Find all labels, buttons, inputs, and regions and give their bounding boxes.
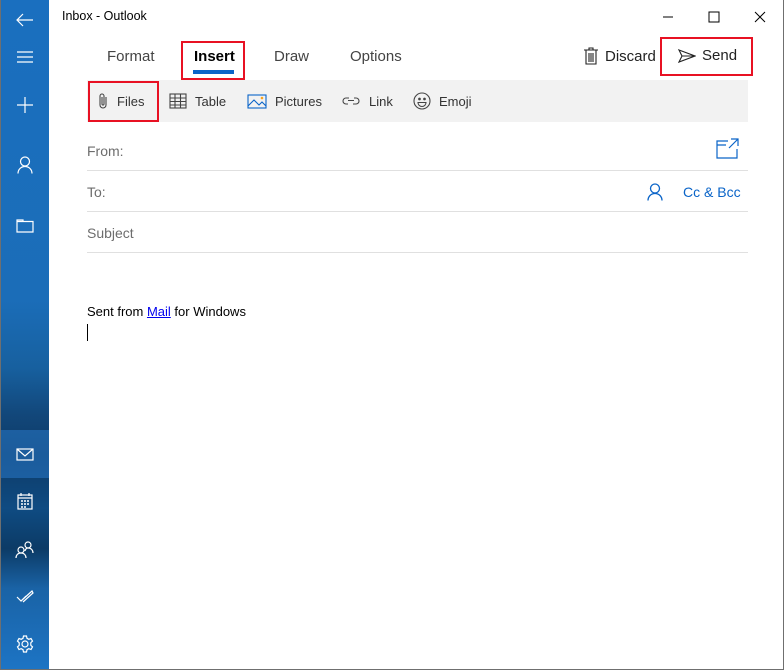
link-button[interactable]: Link	[341, 80, 393, 122]
checkmark-icon	[16, 590, 34, 603]
maximize-icon	[708, 11, 720, 23]
subject-field	[87, 212, 748, 253]
paperclip-icon	[99, 93, 107, 109]
plus-icon	[17, 97, 33, 113]
accounts-button[interactable]	[1, 145, 49, 185]
close-icon	[754, 11, 766, 23]
link-icon	[342, 97, 360, 105]
emoji-button[interactable]: Emoji	[413, 80, 472, 122]
settings-nav-button[interactable]	[1, 624, 49, 664]
back-arrow-icon	[16, 13, 33, 27]
calendar-nav-button[interactable]	[1, 481, 49, 521]
mail-nav-button[interactable]	[1, 430, 49, 478]
maximize-button[interactable]	[691, 0, 737, 34]
title-bar: Inbox - Outlook	[49, 0, 783, 34]
pictures-label: Pictures	[275, 93, 322, 109]
discard-label: Discard	[605, 47, 656, 65]
mail-link[interactable]: Mail	[147, 304, 171, 319]
add-contact-icon[interactable]	[647, 183, 663, 201]
to-field[interactable]: To: Cc & Bcc	[87, 171, 748, 212]
send-label: Send	[702, 47, 738, 64]
todo-nav-button[interactable]	[1, 576, 49, 616]
from-label: From:	[87, 143, 124, 159]
send-icon	[678, 48, 696, 63]
calendar-icon	[17, 493, 33, 510]
table-button[interactable]: Table	[169, 80, 226, 122]
tab-draw[interactable]: Draw	[274, 48, 309, 65]
message-body[interactable]: Sent from Mail for Windows	[87, 304, 748, 319]
from-field[interactable]: From:	[87, 130, 748, 171]
emoji-label: Emoji	[439, 93, 472, 109]
tab-options[interactable]: Options	[350, 48, 402, 65]
to-label: To:	[87, 184, 106, 200]
popout-icon[interactable]	[716, 138, 740, 160]
mail-compose-window: Inbox - Outlook Format Insert Draw Optio…	[0, 0, 784, 670]
active-tab-indicator	[193, 70, 234, 74]
discard-button[interactable]: Discard	[583, 47, 656, 65]
folders-button[interactable]	[1, 205, 49, 245]
emoji-icon	[413, 92, 431, 110]
mail-icon	[16, 447, 34, 461]
cc-bcc-button[interactable]: Cc & Bcc	[683, 184, 741, 200]
close-button[interactable]	[737, 0, 783, 34]
trash-icon	[584, 47, 598, 65]
minimize-button[interactable]	[645, 0, 691, 34]
new-mail-button[interactable]	[1, 85, 49, 125]
table-label: Table	[195, 93, 227, 109]
text-cursor	[87, 324, 88, 341]
link-label: Link	[369, 93, 393, 109]
sidebar	[1, 0, 49, 669]
window-title: Inbox - Outlook	[62, 9, 147, 23]
signature-prefix: Sent from	[87, 304, 147, 319]
hamburger-icon	[17, 51, 33, 63]
signature-suffix: for Windows	[170, 304, 246, 319]
send-button[interactable]: Send	[678, 47, 737, 64]
back-button[interactable]	[1, 0, 49, 40]
people-icon	[15, 541, 34, 559]
picture-icon	[247, 93, 267, 109]
tab-insert[interactable]: Insert	[194, 48, 235, 65]
minimize-icon	[663, 16, 673, 18]
folder-icon	[16, 218, 34, 233]
person-icon	[17, 156, 33, 174]
insert-toolbar: Files Table Pictures Link Emoji	[87, 80, 748, 122]
subject-input[interactable]	[87, 220, 607, 246]
menu-button[interactable]	[1, 37, 49, 77]
files-button[interactable]: Files	[97, 80, 144, 122]
files-label: Files	[117, 93, 145, 109]
tab-format[interactable]: Format	[107, 48, 155, 65]
table-icon	[169, 93, 187, 109]
people-nav-button[interactable]	[1, 530, 49, 570]
pictures-button[interactable]: Pictures	[247, 80, 322, 122]
gear-icon	[16, 635, 34, 653]
